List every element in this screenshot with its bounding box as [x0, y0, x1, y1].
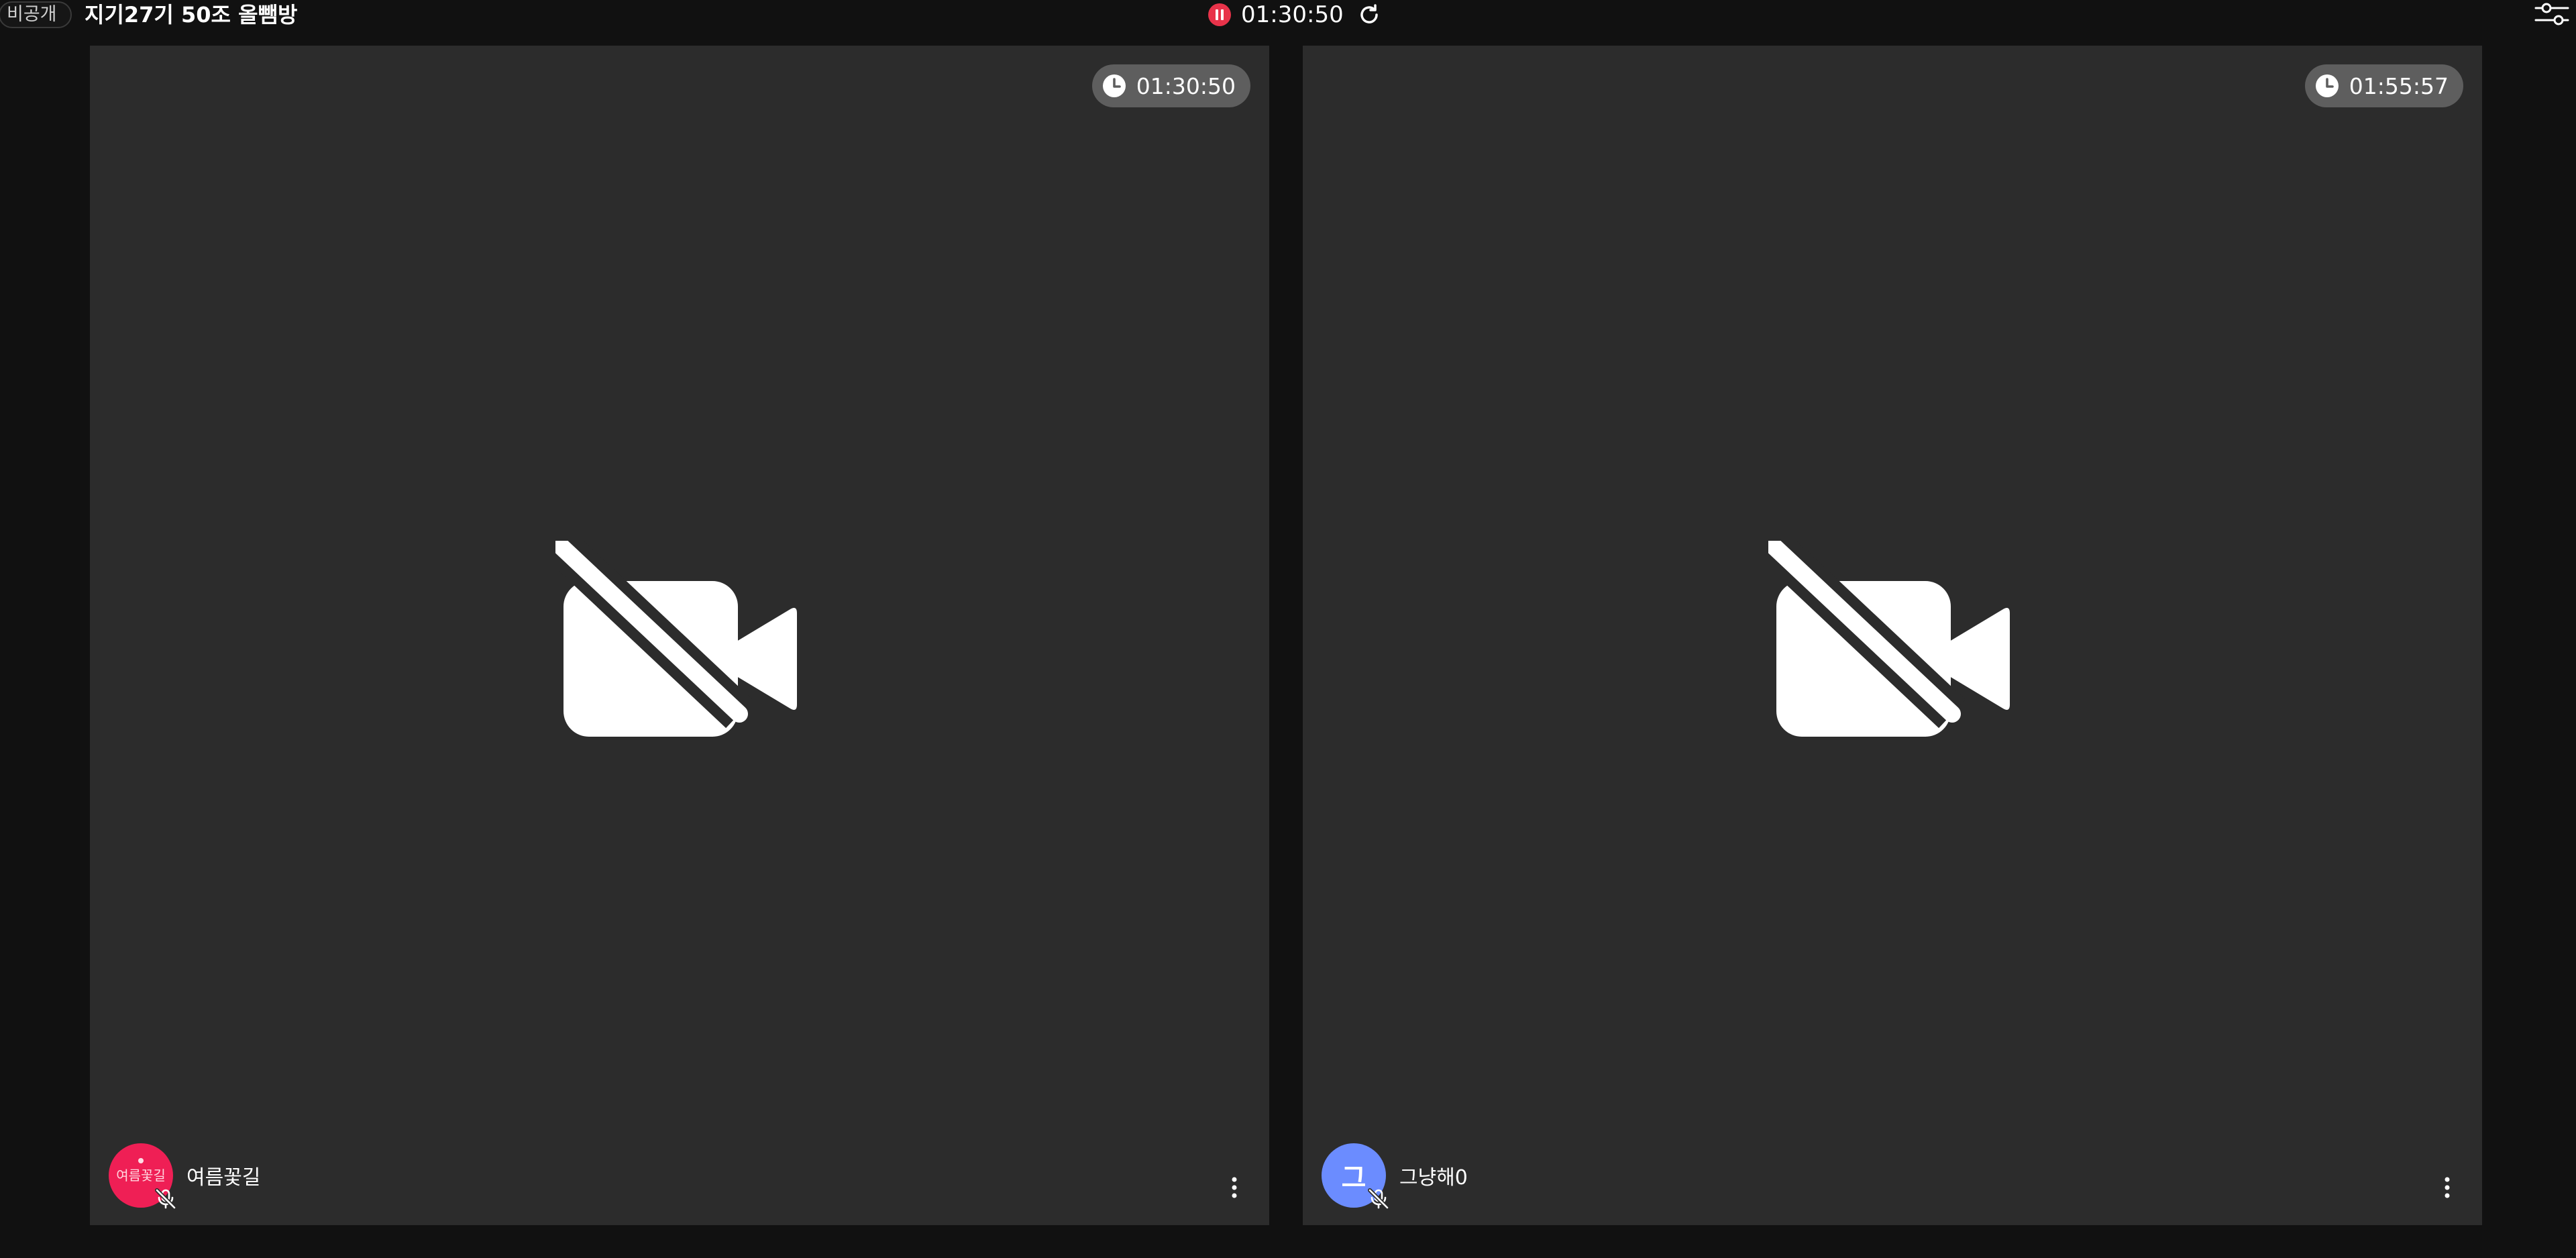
timer-pill: 01:55:57 — [2304, 64, 2463, 107]
pause-icon[interactable] — [1208, 3, 1232, 27]
settings-sliders-icon[interactable] — [2533, 0, 2571, 30]
room-title: 지기27기 50조 올뺌방 — [85, 2, 298, 28]
mic-off-icon — [1367, 1188, 1390, 1210]
refresh-icon[interactable] — [1357, 3, 1381, 27]
more-vertical-icon[interactable] — [2439, 1173, 2455, 1202]
clock-icon — [1102, 73, 1127, 99]
session-time: 01:30:50 — [1241, 1, 1344, 28]
participant-info: 그 그냥해0 — [1322, 1143, 1468, 1210]
clock-icon — [2314, 73, 2340, 99]
privacy-badge[interactable]: 비공개 — [0, 1, 72, 28]
camera-off-icon — [1768, 541, 2010, 737]
mic-off-icon — [154, 1188, 177, 1210]
participant-name: 여름꽃길 — [186, 1166, 261, 1190]
avatar-initial: 그 — [1341, 1163, 1366, 1194]
avatar[interactable]: 그 — [1322, 1143, 1389, 1210]
participant-info: 여름꽃길 여름꽃길 — [109, 1143, 261, 1210]
camera-off-icon — [555, 541, 797, 737]
session-timer: 01:30:50 — [1208, 0, 1381, 30]
more-vertical-icon[interactable] — [1226, 1173, 1242, 1202]
avatar-text: 여름꽃길 — [116, 1167, 166, 1184]
avatar-dot — [138, 1158, 144, 1163]
participant-name: 그냥해0 — [1399, 1166, 1468, 1190]
video-tile[interactable]: 01:30:50 여름꽃길 여름꽃길 — [90, 46, 1269, 1225]
avatar[interactable]: 여름꽃길 — [109, 1143, 176, 1210]
top-bar: 비공개 지기27기 50조 올뺌방 01:30:50 — [0, 0, 2576, 43]
timer-pill: 01:30:50 — [1091, 64, 1250, 107]
video-tile[interactable]: 01:55:57 그 그냥해0 — [1303, 46, 2482, 1225]
timer-text: 01:30:50 — [1136, 72, 1236, 99]
timer-text: 01:55:57 — [2349, 72, 2449, 99]
